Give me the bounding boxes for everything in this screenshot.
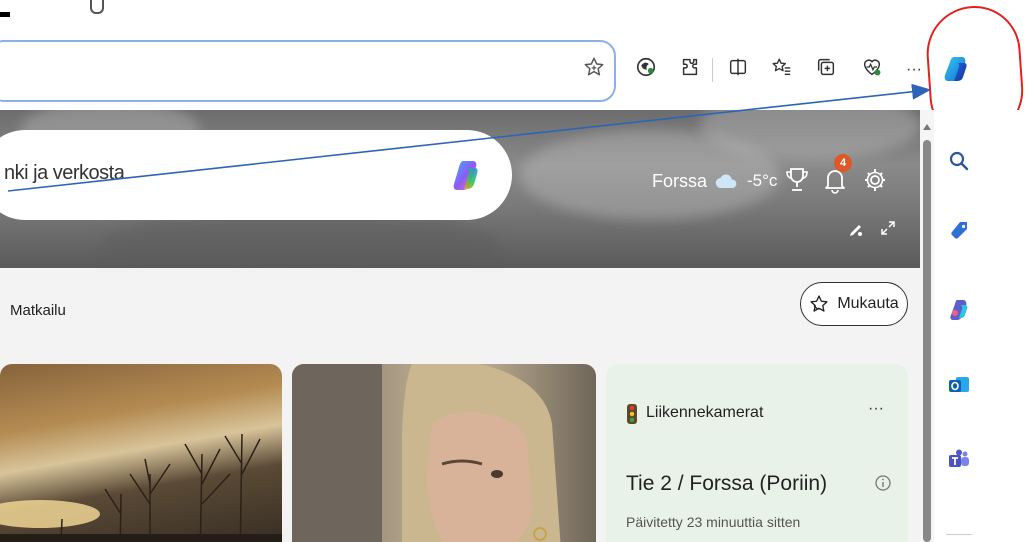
copilot-search-icon[interactable] — [450, 158, 484, 194]
weather-widget[interactable]: Forssa -5°c — [652, 166, 777, 196]
notification-badge: 4 — [834, 154, 852, 172]
expand-icon[interactable] — [880, 220, 896, 236]
browser-toolbar: ··· — [0, 0, 930, 110]
rewards-trophy-icon[interactable] — [784, 166, 810, 194]
traffic-updated-text: Päivitetty 23 minuuttia sitten — [626, 514, 801, 530]
outlook-icon[interactable] — [948, 374, 970, 396]
cloud-icon — [715, 174, 737, 189]
search-icon[interactable] — [948, 150, 970, 172]
toolbar-separator — [712, 58, 713, 82]
health-icon[interactable] — [858, 56, 886, 84]
tab-fragment — [90, 0, 104, 14]
scroll-up-arrow[interactable] — [923, 124, 931, 130]
address-bar[interactable] — [0, 40, 616, 102]
portrait-image — [292, 364, 561, 542]
window-edge-mark — [0, 12, 10, 17]
sidebar-separator — [946, 534, 972, 535]
browser-window: ··· nki ja verkosta Forssa -5°c 4 Matkai… — [0, 0, 1025, 542]
hero-background: nki ja verkosta Forssa -5°c 4 — [0, 110, 920, 268]
customize-button[interactable]: Mukauta — [800, 282, 908, 326]
favorites-icon[interactable] — [768, 56, 796, 84]
traffic-card-title: Liikennekamerat — [646, 404, 764, 421]
teams-icon[interactable] — [948, 448, 970, 470]
search-placeholder[interactable]: nki ja verkosta — [4, 162, 125, 185]
info-icon[interactable] — [874, 474, 892, 492]
page-scrollbar[interactable] — [920, 110, 934, 542]
new-tab-page: nki ja verkosta Forssa -5°c 4 Matkailu M… — [0, 110, 930, 542]
news-card-landscape[interactable] — [0, 364, 282, 542]
settings-gear-icon[interactable] — [862, 166, 888, 194]
web-search-box[interactable]: nki ja verkosta — [0, 130, 512, 220]
news-card-portrait[interactable] — [292, 364, 596, 542]
extensions-icon[interactable] — [676, 56, 704, 84]
collections-icon[interactable] — [812, 56, 840, 84]
more-icon[interactable]: ··· — [900, 56, 928, 84]
scroll-thumb[interactable] — [923, 140, 931, 542]
tag-icon[interactable] — [948, 220, 970, 242]
favorite-star-icon[interactable] — [580, 56, 608, 84]
traffic-light-icon — [627, 404, 637, 424]
edge-sidebar — [934, 110, 1025, 542]
m365-icon[interactable] — [948, 298, 970, 320]
weather-city: Forssa — [652, 170, 708, 191]
background-edit-icon[interactable] — [848, 222, 864, 238]
nav-category-travel[interactable]: Matkailu — [10, 302, 66, 319]
split-screen-icon[interactable] — [724, 56, 752, 84]
customize-label: Mukauta — [837, 295, 899, 312]
landscape-image — [0, 433, 282, 542]
address-input[interactable] — [12, 60, 532, 84]
traffic-card-more-button[interactable]: ··· — [868, 400, 884, 418]
traffic-camera-location[interactable]: Tie 2 / Forssa (Poriin) — [626, 472, 827, 496]
customize-star-icon — [810, 295, 828, 312]
traffic-camera-card[interactable]: Liikennekamerat ··· Tie 2 / Forssa (Pori… — [606, 364, 908, 542]
weather-temperature: -5°c — [747, 171, 778, 190]
browser-essentials-icon[interactable] — [632, 56, 660, 84]
